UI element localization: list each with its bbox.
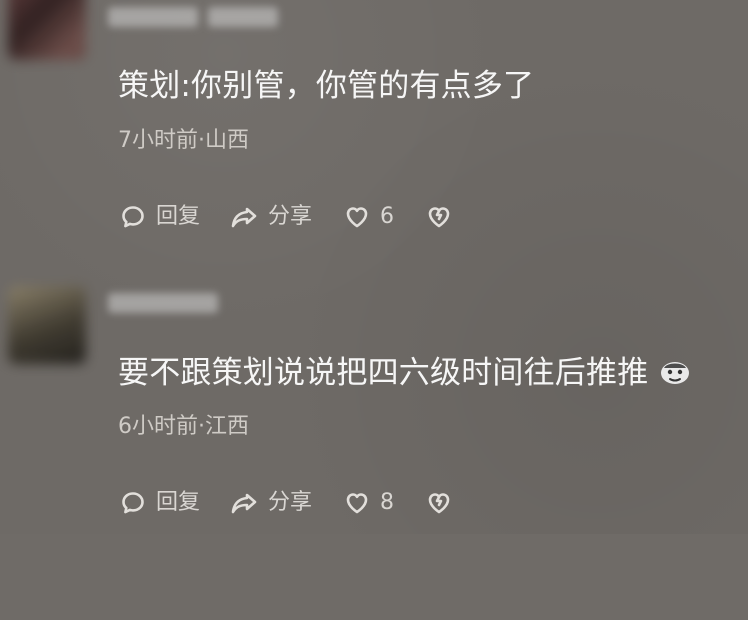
reply-button[interactable]: 回复 [118,488,200,518]
comment-bubble-icon [122,492,144,514]
comment-meta: 6小时前·江西 [118,414,249,439]
username-blur-block [108,293,218,313]
avatar[interactable] [8,0,86,60]
broken-heart-icon [428,207,450,228]
username-blurred[interactable] [108,6,278,28]
share-arrow-icon [231,493,257,514]
share-arrow-icon [231,207,257,228]
comment-bubble-icon [122,206,144,228]
comment-actions: 回复 分享 8 [118,488,454,518]
like-button[interactable]: 6 [342,202,394,232]
comment-text-row: 要不跟策划说说把四六级时间往后推推 [118,354,692,620]
reply-label: 回复 [156,490,201,515]
share-label: 分享 [268,490,313,515]
username-blur-block [208,7,278,27]
comment-text: 策划:你别管，你管的有点多了 [118,68,535,104]
like-count: 8 [380,490,395,515]
share-button[interactable]: 分享 [230,488,312,518]
dislike-button[interactable] [424,202,454,232]
like-button[interactable]: 8 [342,488,394,518]
username-blur-block [108,7,198,27]
comment-item: 策划:你别管，你管的有点多了 7小时前·山西 回复 分享 6 [0,0,748,268]
comment-actions: 回复 分享 6 [118,202,454,232]
like-count: 6 [380,204,395,229]
username-blurred[interactable] [108,292,218,314]
share-button[interactable]: 分享 [230,202,312,232]
reply-button[interactable]: 回复 [118,202,200,232]
comment-text: 要不跟策划说说把四六级时间往后推推 [118,355,649,391]
heart-icon [346,493,368,514]
broken-heart-icon [428,493,450,514]
avatar[interactable] [8,286,86,364]
meme-emoji-icon [661,362,690,384]
comment-meta: 7小时前·山西 [118,128,249,153]
dislike-button[interactable] [424,488,454,518]
heart-icon [346,207,368,228]
reply-label: 回复 [156,204,201,229]
comment-feed: 策划:你别管，你管的有点多了 7小时前·山西 回复 分享 6 要不跟策划说说把四… [0,0,748,534]
share-label: 分享 [268,204,313,229]
